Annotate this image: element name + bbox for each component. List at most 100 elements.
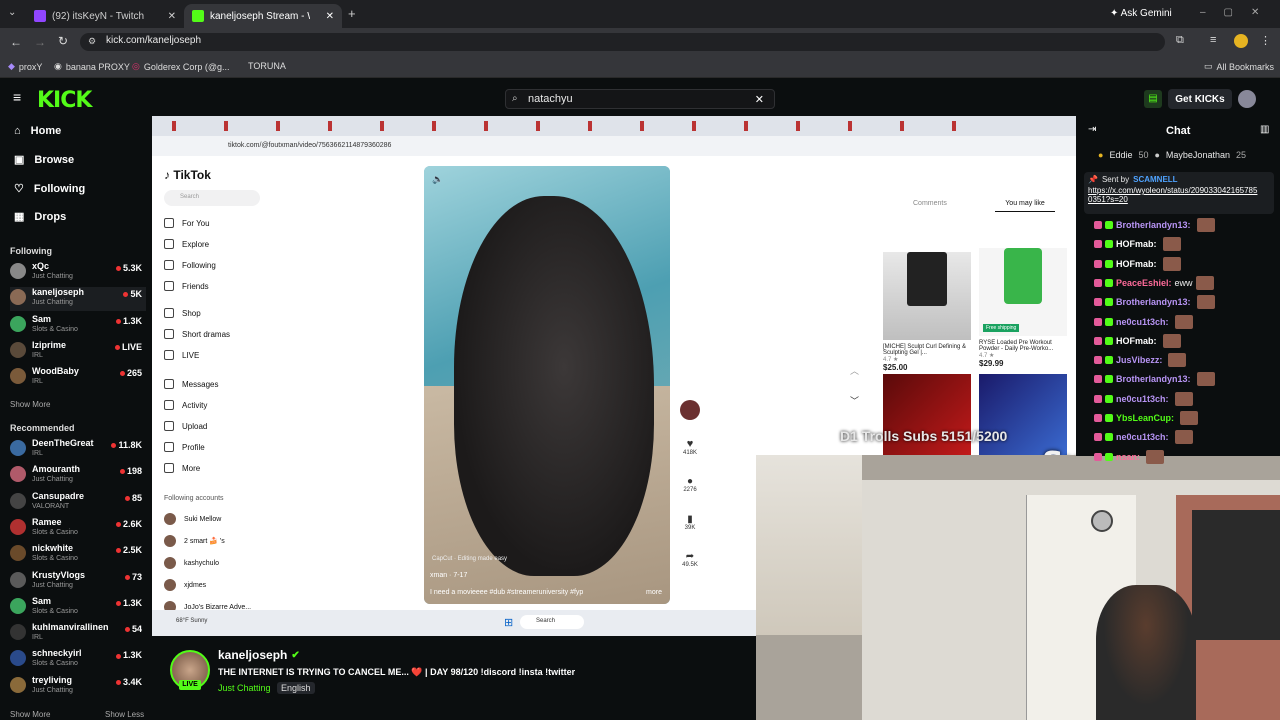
channel-category: IRL xyxy=(32,450,43,457)
browse-icon: ▣ xyxy=(14,154,25,166)
clear-search-icon[interactable]: ✕ xyxy=(755,93,764,106)
extensions-icon[interactable]: ⧉ xyxy=(1176,34,1184,47)
chat-username[interactable]: HOFmab: xyxy=(1116,239,1157,249)
following-accounts-heading: Following accounts xyxy=(164,495,224,502)
folder-icon: ▭ xyxy=(1204,61,1213,71)
gemini-button[interactable]: ✦ Ask Gemini xyxy=(1110,8,1172,19)
reload-icon[interactable]: ↻ xyxy=(58,34,68,48)
chat-username[interactable]: Brotherlandyn13: xyxy=(1116,297,1191,307)
sent-by-label: Sent by xyxy=(1101,175,1130,184)
chat-username[interactable]: HOFmab: xyxy=(1116,336,1157,346)
count: 39K xyxy=(684,525,696,531)
channel-item[interactable]: Sam Slots & Casino 1.3K xyxy=(10,596,146,620)
channel-item[interactable]: kuhlmanvirallinen IRL 54 xyxy=(10,622,146,646)
channel-item[interactable]: Cansupadre VALORANT 85 xyxy=(10,491,146,515)
channel-item[interactable]: kaneljoseph Just Chatting 5K xyxy=(10,287,146,312)
product-price: $29.99 xyxy=(979,359,1004,368)
streamer-name[interactable]: kaneljoseph ✔ xyxy=(218,648,300,662)
search-input[interactable]: ⌕ natachyu ✕ xyxy=(505,89,775,109)
back-icon[interactable]: ← xyxy=(10,35,22,49)
chat-username[interactable]: ne0cu1t3ch: xyxy=(1116,394,1169,404)
bookmark-icon: ▮ xyxy=(687,514,693,525)
wallet-icon[interactable]: ▤ xyxy=(1144,90,1162,108)
channel-item[interactable]: KrustyVlogs Just Chatting 73 xyxy=(10,570,146,594)
tiktok-nav-item: Following xyxy=(164,260,216,270)
channel-name: treyliving xyxy=(32,674,73,685)
tab-list-icon[interactable]: ⌄ xyxy=(8,7,16,18)
close-icon[interactable]: ✕ xyxy=(168,11,176,22)
show-less-link[interactable]: Show Less xyxy=(105,710,144,719)
account-name: kashychulo xyxy=(184,559,220,567)
bookmark-item[interactable]: TORUNA xyxy=(248,61,286,71)
channel-item[interactable]: Iziprime IRL LIVE xyxy=(10,340,146,364)
channel-item[interactable]: treyliving Just Chatting 3.4K xyxy=(10,675,146,699)
nav-drops[interactable]: ▦ Drops xyxy=(14,210,66,224)
profile-avatar[interactable] xyxy=(1234,34,1248,48)
bookmark-item[interactable]: ◎ Golderex Corp (@g... xyxy=(132,61,230,72)
video-user: xman · 7-17 xyxy=(430,572,468,579)
channel-item[interactable]: schneckyirl Slots & Casino 1.3K xyxy=(10,648,146,672)
chat-username[interactable]: ne0cu1t3ch: xyxy=(1116,317,1169,327)
chat-message: HOFmab: xyxy=(1094,237,1181,252)
chat-username[interactable]: Brotherlandyn13: xyxy=(1116,220,1191,230)
close-icon[interactable]: ✕ xyxy=(326,11,334,22)
comment-count: ● 2276 xyxy=(678,476,702,493)
channel-item[interactable]: Ramee Slots & Casino 2.6K xyxy=(10,517,146,541)
gift-icon: ▦ xyxy=(14,211,25,223)
window-controls[interactable]: –▢✕ xyxy=(1200,7,1277,18)
chat-username[interactable]: YbsLeanCup: xyxy=(1116,413,1174,423)
account-name: 2 smart 🍰 's xyxy=(184,538,225,545)
viewer-count: 2.6K xyxy=(115,519,142,529)
forward-icon[interactable]: → xyxy=(34,35,46,49)
chat-username[interactable]: PeaceEshiel: xyxy=(1116,278,1172,288)
all-bookmarks[interactable]: ▭ All Bookmarks xyxy=(1204,61,1274,72)
channel-category: VALORANT xyxy=(32,502,70,510)
chat-username[interactable]: HOFmab: xyxy=(1116,259,1157,269)
pinned-link[interactable]: https://x.com/wyoleon/status/20903304216… xyxy=(1088,186,1258,204)
site-info-icon[interactable]: ⚙ xyxy=(88,36,96,47)
tab-kick[interactable]: kaneljoseph Stream - Watch ✕ xyxy=(184,4,342,28)
channel-item[interactable]: Amouranth Just Chatting 198 xyxy=(10,464,146,488)
bookmark-item[interactable]: ◉ banana PROXY xyxy=(54,61,130,72)
tab-twitch[interactable]: (92) itsKeyN - Twitch ✕ xyxy=(26,4,184,28)
channel-item[interactable]: DeenTheGreat IRL 11.8K xyxy=(10,438,146,462)
nav-home[interactable]: ⌂ Home xyxy=(14,125,61,137)
channel-item[interactable]: Sam Slots & Casino 1.3K xyxy=(10,314,146,338)
channel-item[interactable]: nickwhite Slots & Casino 2.5K xyxy=(10,543,146,567)
new-tab-icon[interactable]: + xyxy=(348,6,356,21)
collapse-chat-icon[interactable]: ⇥ xyxy=(1088,124,1096,135)
hamburger-icon[interactable]: ≡ xyxy=(13,89,21,105)
channel-category: IRL xyxy=(32,634,43,642)
gifter-badge-icon xyxy=(1105,394,1113,403)
stream-category[interactable]: Just Chatting xyxy=(218,683,271,693)
kick-logo[interactable]: KICK xyxy=(37,88,92,113)
channel-item[interactable]: xQc Just Chatting 5.3K xyxy=(10,261,146,285)
chat-username[interactable]: ne0cu1t3ch: xyxy=(1116,432,1169,442)
user-avatar[interactable] xyxy=(1238,90,1256,108)
get-kicks-button[interactable]: Get KICKs xyxy=(1168,89,1232,109)
share-icon: ➦ xyxy=(685,551,695,562)
chat-settings-icon[interactable]: ▥ xyxy=(1260,124,1269,135)
media-icon[interactable]: ≡ xyxy=(1210,34,1216,46)
menu-icon[interactable]: ⋮ xyxy=(1260,34,1271,47)
language-tag[interactable]: English xyxy=(277,682,315,694)
chat-username[interactable]: JusVibezz: xyxy=(1116,355,1162,365)
viewer-count-text: 2.5K xyxy=(122,545,142,556)
bookmark-label: Golderex Corp (@g... xyxy=(143,61,230,72)
bookmark-item[interactable]: ◆ proxY xyxy=(8,61,42,72)
gifter-badge-icon xyxy=(1105,433,1113,442)
chat-username[interactable]: nsan: xyxy=(1116,452,1140,462)
nav-following[interactable]: ♡ Following xyxy=(14,182,85,196)
url-input[interactable]: ⚙ kick.com/kaneljoseph xyxy=(80,33,1165,51)
tiktok-nav-item: For You xyxy=(164,218,210,228)
chat-username[interactable]: Brotherlandyn13: xyxy=(1116,374,1191,384)
channel-item[interactable]: WoodBaby IRL 265 xyxy=(10,366,146,390)
show-more-link[interactable]: Show More xyxy=(10,710,50,719)
channel-category: IRL xyxy=(32,351,43,359)
nav-browse[interactable]: ▣ Browse xyxy=(14,153,74,167)
product-name: [MICHE] Sculpt Curl Defining & Sculpting… xyxy=(883,344,967,356)
chat-message: YbsLeanCup: xyxy=(1094,411,1199,425)
emote-image xyxy=(1162,256,1181,271)
viewer-count-text: 11.8K xyxy=(118,440,142,450)
show-more-link[interactable]: Show More xyxy=(10,400,50,409)
